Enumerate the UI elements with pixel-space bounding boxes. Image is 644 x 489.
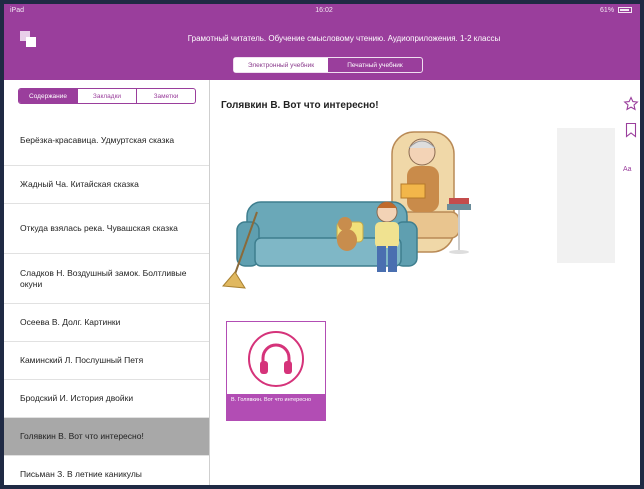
story-illustration xyxy=(221,131,471,289)
app-title: Грамотный читатель. Обучение смысловому … xyxy=(187,34,501,43)
page-title: Голявкин В. Вот что интересно! xyxy=(221,100,379,111)
list-item[interactable]: Берёзка-красавица. Удмуртская сказка xyxy=(4,116,209,166)
bookmark-icon[interactable] xyxy=(623,122,639,138)
segment-electronic[interactable]: Электронный учебник xyxy=(234,58,328,72)
list-item[interactable]: Осеева В. Долг. Картинки xyxy=(4,304,209,342)
side-panel xyxy=(557,128,615,263)
list-item[interactable]: Сладков Н. Воздушный замок. Болтливые ок… xyxy=(4,254,209,304)
list-item[interactable]: Жадный Ча. Китайская сказка xyxy=(4,166,209,204)
list-item[interactable]: Откуда взялась река. Чувашская сказка xyxy=(4,204,209,254)
status-bar: iPad 16:02 61% xyxy=(4,4,640,18)
textbook-switch: Электронный учебник Печатный учебник xyxy=(233,57,423,73)
table-of-contents: Берёзка-красавица. Удмуртская сказка Жад… xyxy=(4,116,209,485)
star-icon[interactable] xyxy=(623,96,639,112)
list-item[interactable]: Каминский Л. Послушный Петя xyxy=(4,342,209,380)
list-item[interactable]: Письман З. В летние каникулы xyxy=(4,456,209,485)
sidebar: Содержание Закладки Заметки Берёзка-крас… xyxy=(4,80,210,485)
battery-indicator: 61% xyxy=(600,7,632,14)
tab-contents[interactable]: Содержание xyxy=(19,89,78,103)
headphones-icon xyxy=(248,331,304,387)
battery-icon xyxy=(618,7,632,14)
status-time: 16:02 xyxy=(315,7,333,14)
tab-notes[interactable]: Заметки xyxy=(137,89,195,103)
app-header: iPad 16:02 61% Грамотный читатель. Обуче… xyxy=(4,4,640,80)
tab-bookmarks[interactable]: Закладки xyxy=(78,89,137,103)
audio-card[interactable]: В. Голявкин. Вот что интересно xyxy=(226,321,326,421)
carrier-label: iPad xyxy=(10,7,25,14)
list-item[interactable]: Бродский И. История двойки xyxy=(4,380,209,418)
font-size-button[interactable]: Aa xyxy=(623,166,632,173)
battery-percent: 61% xyxy=(600,7,615,14)
library-icon[interactable] xyxy=(20,31,38,49)
content-area: Голявкин В. Вот что интересно! В. Голявк… xyxy=(211,80,640,485)
segment-printed[interactable]: Печатный учебник xyxy=(328,58,422,72)
ipad-screen: iPad 16:02 61% Грамотный читатель. Обуче… xyxy=(4,4,640,485)
sidebar-tabs: Содержание Закладки Заметки xyxy=(18,88,196,104)
audio-card-label: В. Голявкин. Вот что интересно xyxy=(227,394,325,420)
list-item-selected[interactable]: Голявкин В. Вот что интересно! xyxy=(4,418,209,456)
